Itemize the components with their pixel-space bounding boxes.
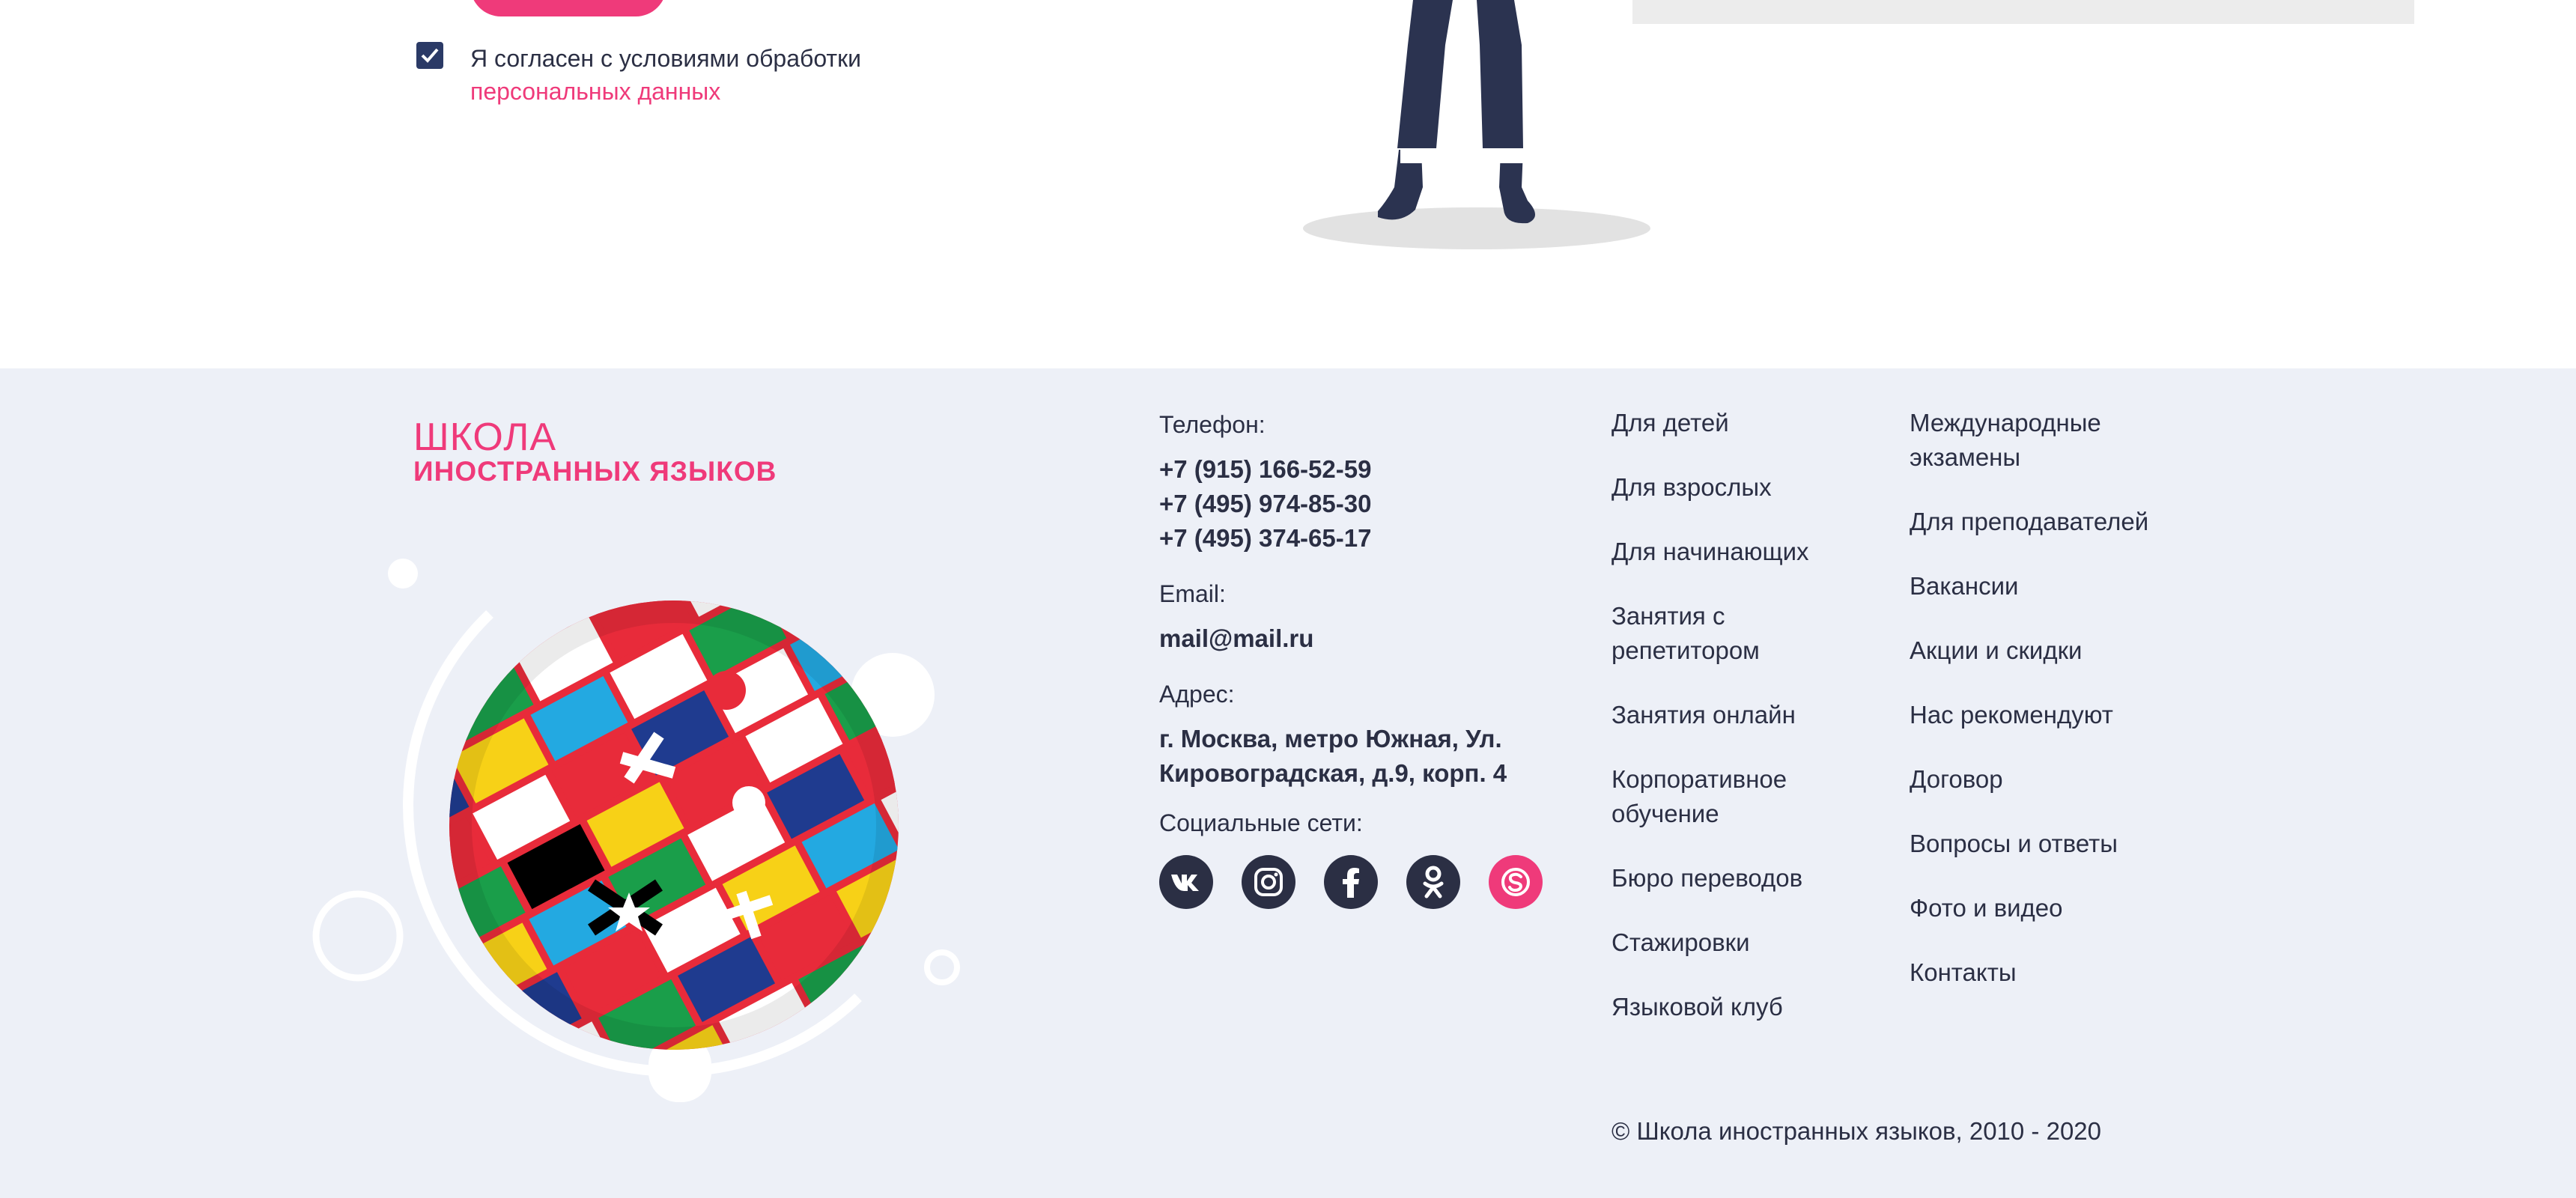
odnoklassniki-icon[interactable] [1406, 855, 1460, 909]
address-label: Адрес: [1159, 681, 1235, 708]
instagram-icon[interactable] [1242, 855, 1295, 909]
phone-label: Телефон: [1159, 411, 1266, 438]
person-illustration [1303, 0, 1650, 249]
flags-globe-illustration [312, 559, 960, 1102]
school-logo[interactable]: ШКОЛА ИНОСТРАННЫХ ЯЗЫКОВ [413, 418, 777, 487]
menu-link[interactable]: Для взрослых [1611, 470, 1881, 505]
vk-icon[interactable] [1159, 855, 1213, 909]
menu-link[interactable]: Фото и видео [1910, 891, 2179, 925]
menu-link[interactable]: Для преподавателей [1910, 505, 2149, 539]
menu-link[interactable]: Договор [1910, 762, 2179, 797]
skype-icon[interactable] [1489, 855, 1543, 909]
checkmark-icon [421, 48, 439, 63]
email-label: Email: [1159, 580, 1226, 607]
phone-2[interactable]: +7 (495) 974-85-30 [1159, 487, 1579, 521]
menu-link[interactable]: Для начинающих [1611, 535, 1881, 569]
email-link[interactable]: mail@mail.ru [1159, 621, 1579, 656]
menu-link[interactable]: Бюро переводов [1611, 861, 1881, 896]
menu-link[interactable]: Занятия с репетитором [1611, 599, 1836, 668]
footer-menu-1: Для детей Для взрослых Для начинающих За… [1611, 406, 1881, 1054]
submit-button-edge[interactable] [470, 0, 666, 16]
personal-data-link[interactable]: персональных данных [470, 75, 994, 108]
address-line-2: Кировоградская, д.9, корп. 4 [1159, 759, 1507, 787]
menu-link[interactable]: Нас рекомендуют [1910, 698, 2179, 732]
phone-1[interactable]: +7 (915) 166-52-59 [1159, 452, 1579, 487]
menu-link[interactable]: Международные экзамены [1910, 406, 2149, 475]
social-label: Социальные сети: [1159, 809, 1363, 836]
menu-link[interactable]: Корпоративное обучение [1611, 762, 1836, 831]
phone-3[interactable]: +7 (495) 374-65-17 [1159, 521, 1579, 556]
address-line-1: г. Москва, метро Южная, Ул. [1159, 725, 1502, 752]
menu-link[interactable]: Языковой клуб [1611, 990, 1881, 1024]
footer: ШКОЛА ИНОСТРАННЫХ ЯЗЫКОВ Телефон: +7 (91… [0, 368, 2576, 1198]
menu-link[interactable]: Вопросы и ответы [1910, 827, 2179, 861]
menu-link[interactable]: Акции и скидки [1910, 633, 2179, 668]
consent-label: Я согласен с условиями обработки персона… [470, 42, 994, 108]
menu-link[interactable]: Занятия онлайн [1611, 698, 1881, 732]
social-links [1159, 855, 1579, 909]
menu-link[interactable]: Вакансии [1910, 569, 2179, 603]
logo-line-2: ИНОСТРАННЫХ ЯЗЫКОВ [413, 456, 777, 487]
consent-text: Я согласен с условиями обработки [470, 45, 861, 72]
facebook-icon[interactable] [1324, 855, 1378, 909]
copyright-text: © Школа иностранных языков, 2010 - 2020 [1611, 1117, 2102, 1145]
menu-link[interactable]: Контакты [1910, 955, 2179, 990]
footer-menu-2: Международные экзамены Для преподавателе… [1910, 406, 2179, 1020]
menu-link[interactable]: Для детей [1611, 406, 1881, 440]
logo-line-1: ШКОЛА [413, 416, 557, 459]
contacts-block: Телефон: +7 (915) 166-52-59 +7 (495) 974… [1159, 407, 1579, 909]
menu-link[interactable]: Стажировки [1611, 925, 1881, 960]
consent-checkbox[interactable] [416, 42, 443, 69]
form-field-edge [1632, 0, 2414, 24]
